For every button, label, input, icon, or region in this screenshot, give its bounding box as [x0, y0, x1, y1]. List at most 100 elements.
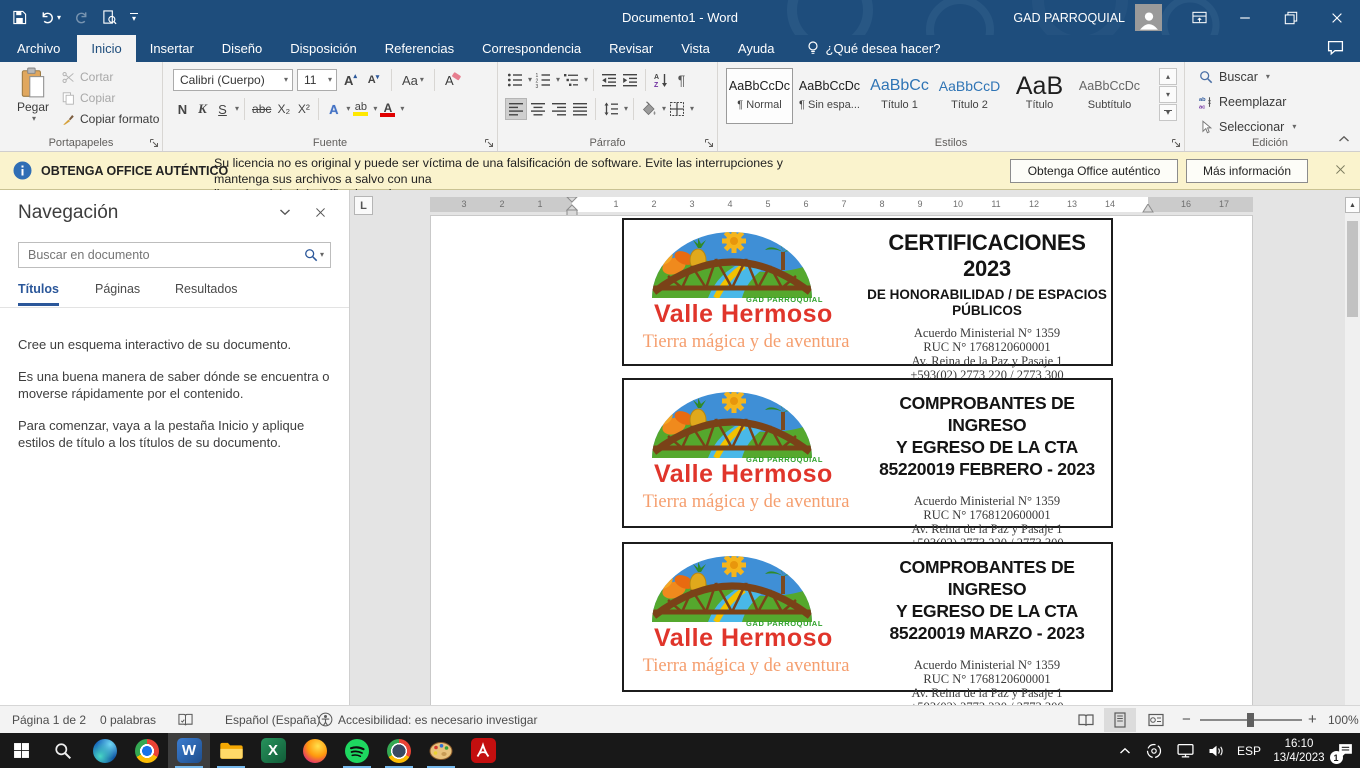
spotify-icon[interactable]	[336, 733, 378, 768]
style-no-spacing[interactable]: AaBbCcDc¶ Sin espa...	[796, 68, 863, 124]
select-button[interactable]: Seleccionar▾	[1199, 120, 1296, 134]
tab-insertar[interactable]: Insertar	[136, 35, 208, 62]
align-center-button[interactable]	[528, 98, 548, 120]
meet-now-icon[interactable]	[1140, 733, 1168, 768]
comments-icon[interactable]	[1327, 39, 1344, 56]
chrome-profile-icon[interactable]	[378, 733, 420, 768]
clear-formatting-button[interactable]	[443, 69, 463, 91]
tab-stop-selector[interactable]: L	[354, 196, 373, 215]
format-painter-button[interactable]: Copiar formato	[62, 112, 159, 126]
page-indicator[interactable]: Página 1 de 2	[12, 706, 86, 733]
read-mode-icon[interactable]	[1070, 708, 1102, 732]
clipboard-dialog-launcher-icon[interactable]	[149, 138, 159, 148]
account-name[interactable]: GAD PARROQUIAL	[1013, 11, 1125, 25]
volume-icon[interactable]	[1202, 733, 1230, 768]
align-right-button[interactable]	[549, 98, 569, 120]
horizontal-ruler[interactable]: 3 2 1 1 2 3 4 5 6 7 8 9 10 11 12 13 14 1…	[430, 197, 1253, 212]
search-input[interactable]	[28, 248, 304, 262]
taskbar-search-icon[interactable]	[42, 733, 84, 768]
text-effects-button[interactable]: A	[324, 98, 343, 120]
strikethrough-button[interactable]: abc	[250, 98, 273, 120]
tray-expand-icon[interactable]	[1112, 733, 1138, 768]
numbering-button[interactable]	[533, 69, 553, 91]
chrome-icon[interactable]	[126, 733, 168, 768]
restore-icon[interactable]	[1268, 0, 1314, 35]
tab-referencias[interactable]: Referencias	[371, 35, 468, 62]
numbering-caret[interactable]: ▾	[556, 76, 560, 84]
scrollbar-thumb[interactable]	[1347, 221, 1358, 317]
tab-archivo[interactable]: Archivo	[0, 35, 77, 62]
align-left-button[interactable]	[505, 98, 527, 120]
borders-caret[interactable]: ▾	[690, 105, 694, 113]
vertical-scrollbar[interactable]: ▲	[1345, 197, 1360, 705]
tab-vista[interactable]: Vista	[667, 35, 724, 62]
language-indicator[interactable]: Español (España)	[225, 706, 320, 733]
start-button[interactable]	[0, 733, 42, 768]
justify-button[interactable]	[570, 98, 590, 120]
acrobat-icon[interactable]	[462, 733, 504, 768]
word-taskbar-icon[interactable]: W	[168, 733, 210, 768]
paste-button[interactable]: Pegar ▾	[8, 67, 58, 123]
shading-button[interactable]	[639, 98, 659, 120]
style-subtitle[interactable]: AaBbCcDcSubtítulo	[1076, 68, 1143, 124]
replace-button[interactable]: Reemplazar	[1199, 95, 1286, 109]
borders-button[interactable]	[667, 98, 687, 120]
multilevel-caret[interactable]: ▾	[584, 76, 588, 84]
accessibility-status[interactable]: Accesibilidad: es necesario investigar	[318, 706, 537, 733]
proofing-icon[interactable]	[178, 706, 193, 733]
clock[interactable]: 16:10 13/4/2023	[1268, 733, 1330, 768]
zoom-level[interactable]: 100%	[1328, 706, 1359, 733]
excel-icon[interactable]: X	[252, 733, 294, 768]
font-family-select[interactable]: Calibri (Cuerpo)▾	[173, 69, 293, 91]
find-button[interactable]: Buscar▾	[1199, 70, 1270, 84]
right-indent-marker[interactable]	[1142, 204, 1154, 213]
tell-me-box[interactable]: ¿Qué desea hacer?	[807, 35, 941, 62]
zoom-slider-thumb[interactable]	[1247, 713, 1254, 727]
styles-scroll-up-icon[interactable]: ▴	[1159, 68, 1177, 85]
bullets-caret[interactable]: ▾	[528, 76, 532, 84]
file-explorer-icon[interactable]	[210, 733, 252, 768]
font-color-button[interactable]: A	[378, 98, 397, 120]
show-marks-button[interactable]: ¶	[672, 69, 691, 91]
text-effects-caret[interactable]: ▾	[346, 105, 350, 113]
subscript-button[interactable]: X₂	[274, 98, 293, 120]
nav-tab-titulos[interactable]: Títulos	[18, 282, 59, 306]
notifications-icon[interactable]: 1	[1332, 733, 1358, 768]
decrease-indent-button[interactable]	[599, 69, 619, 91]
bullets-button[interactable]	[505, 69, 525, 91]
font-size-select[interactable]: 11▾	[297, 69, 337, 91]
search-icon[interactable]	[304, 248, 318, 262]
edge-icon[interactable]	[84, 733, 126, 768]
tab-ayuda[interactable]: Ayuda	[724, 35, 789, 62]
word-count[interactable]: 0 palabras	[100, 706, 156, 733]
search-options-caret[interactable]: ▾	[320, 251, 324, 259]
scroll-up-icon[interactable]: ▲	[1345, 197, 1360, 213]
tab-diseno[interactable]: Diseño	[208, 35, 276, 62]
line-spacing-button[interactable]	[601, 98, 621, 120]
styles-gallery-expand-icon[interactable]: ▾	[1159, 104, 1177, 121]
style-heading2[interactable]: AaBbCcDTítulo 2	[936, 68, 1003, 124]
web-layout-icon[interactable]	[1140, 708, 1172, 732]
zoom-in-icon[interactable]: +	[1308, 706, 1317, 733]
network-icon[interactable]	[1170, 733, 1200, 768]
tab-revisar[interactable]: Revisar	[595, 35, 667, 62]
print-layout-icon[interactable]	[1104, 708, 1136, 732]
language-tray[interactable]: ESP	[1232, 733, 1266, 768]
highlight-button[interactable]: ab	[351, 98, 370, 120]
nav-pane-options-icon[interactable]	[279, 208, 291, 216]
increase-indent-button[interactable]	[620, 69, 640, 91]
change-case-button[interactable]: Aa▾	[400, 69, 426, 91]
more-info-button[interactable]: Más información	[1186, 159, 1308, 183]
tab-disposicion[interactable]: Disposición	[276, 35, 370, 62]
collapse-ribbon-icon[interactable]	[1338, 135, 1350, 143]
avatar[interactable]	[1135, 4, 1162, 31]
paint-icon[interactable]	[420, 733, 462, 768]
tab-correspondencia[interactable]: Correspondencia	[468, 35, 595, 62]
line-spacing-caret[interactable]: ▾	[624, 105, 628, 113]
underline-button[interactable]: S	[213, 98, 232, 120]
paragraph-dialog-launcher-icon[interactable]	[704, 138, 714, 148]
font-dialog-launcher-icon[interactable]	[484, 138, 494, 148]
document-search-box[interactable]: ▾	[18, 242, 331, 268]
style-heading1[interactable]: AaBbCcTítulo 1	[866, 68, 933, 124]
shading-caret[interactable]: ▾	[662, 105, 666, 113]
